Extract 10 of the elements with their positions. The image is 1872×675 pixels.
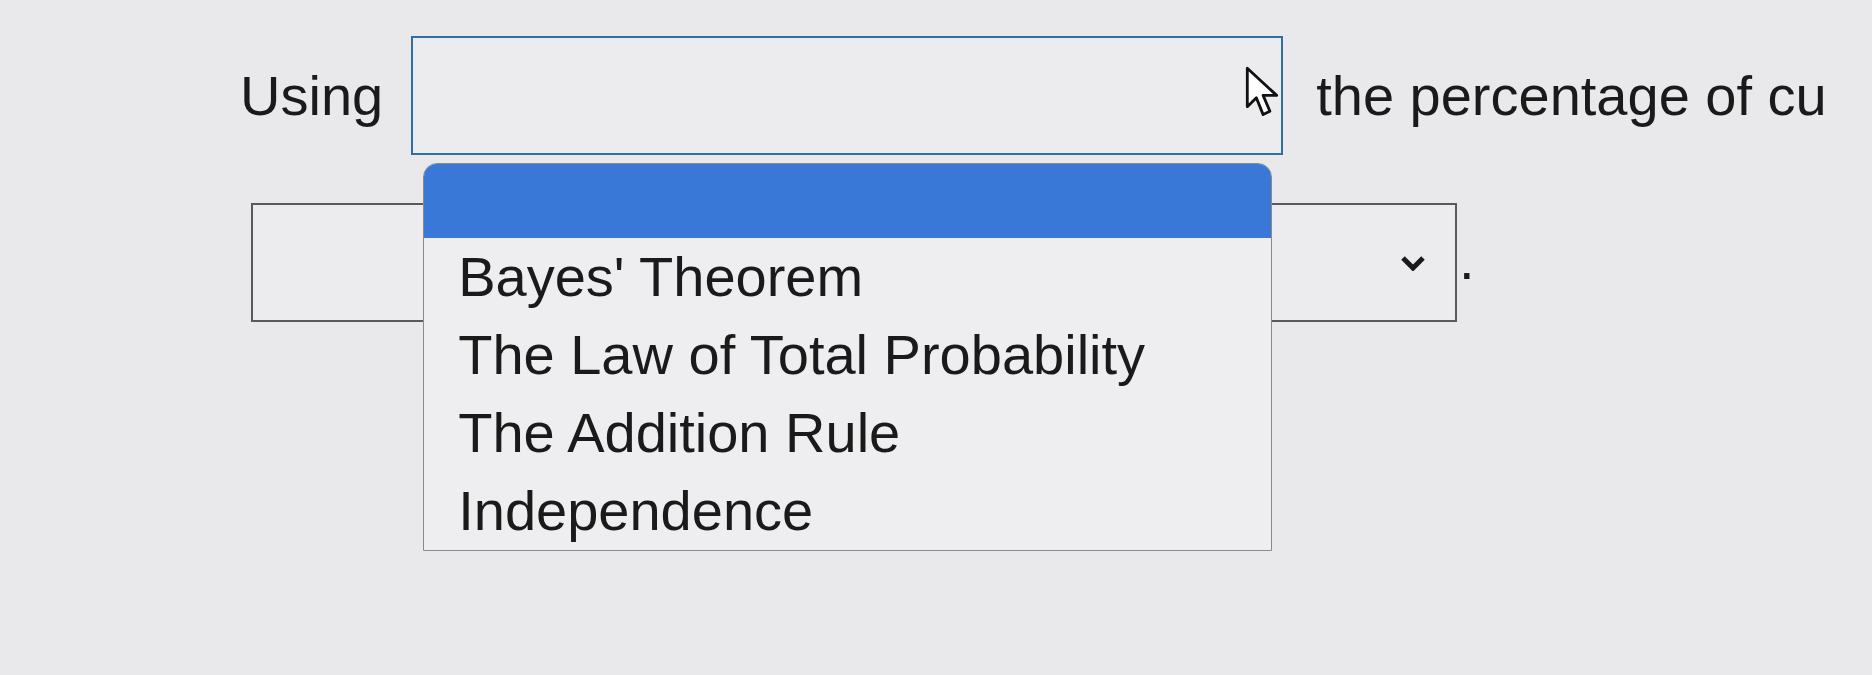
dropdown-option[interactable]: Bayes' Theorem bbox=[424, 238, 1272, 316]
dropdown-select[interactable] bbox=[411, 36, 1284, 155]
chevron-down-icon bbox=[1401, 254, 1425, 271]
prompt-text: Using bbox=[240, 63, 384, 128]
mouse-pointer-icon bbox=[1245, 66, 1280, 118]
dropdown-option[interactable]: The Law of Total Probability bbox=[424, 316, 1272, 394]
period-text: . bbox=[1459, 227, 1475, 292]
dropdown-option[interactable]: Independence bbox=[424, 472, 1272, 550]
dropdown-option[interactable]: The Addition Rule bbox=[424, 394, 1272, 472]
sentence-text: the percentage of cu bbox=[1316, 63, 1827, 128]
